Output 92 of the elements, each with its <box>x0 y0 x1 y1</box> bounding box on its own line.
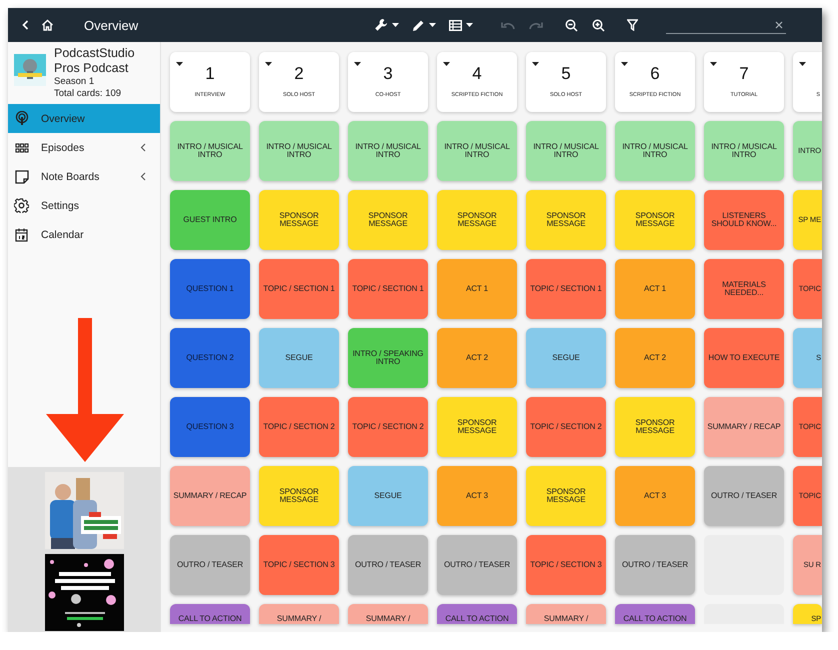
segment-card[interactable]: MATERIALS NEEDED... <box>704 259 784 319</box>
segment-card[interactable]: ACT 1 <box>615 259 695 319</box>
nav-item[interactable]: Settings <box>8 191 160 220</box>
caret-icon[interactable] <box>532 62 539 66</box>
segment-card[interactable]: TOPIC / SECTION 1 <box>259 259 339 319</box>
nav-icon <box>14 142 29 152</box>
segment-card[interactable]: SUMMARY / <box>259 604 339 624</box>
segment-card[interactable]: SUMMARY / <box>526 604 606 624</box>
segment-card[interactable]: CALL TO ACTION <box>615 604 695 624</box>
zoom-in-button[interactable] <box>592 18 605 32</box>
nav-item[interactable]: Episodes <box>8 133 160 162</box>
caret-icon <box>429 23 436 27</box>
segment-card[interactable]: SPONSOR MESSAGE <box>348 190 428 250</box>
caret-icon[interactable] <box>265 62 272 66</box>
column-number: 7 <box>739 64 749 84</box>
segment-card[interactable]: CALL TO ACTION <box>437 604 517 624</box>
nav-icon <box>14 111 29 126</box>
home-button[interactable] <box>41 19 54 31</box>
column-number: 1 <box>205 64 215 84</box>
caret-icon[interactable] <box>799 62 806 66</box>
segment-card[interactable]: OUTRO / TEASER <box>348 535 428 595</box>
close-icon[interactable] <box>775 20 783 28</box>
segment-card[interactable]: SUMMARY / RECAP <box>170 466 250 526</box>
segment-card[interactable]: INTRO / MUSICAL INTRO <box>170 121 250 181</box>
caret-icon[interactable] <box>710 62 717 66</box>
segment-card[interactable]: OUTRO / TEASER <box>615 535 695 595</box>
segment-card[interactable]: ACT 2 <box>437 328 517 388</box>
caret-icon <box>466 23 473 27</box>
column-number: 5 <box>561 64 571 84</box>
podcast-title: PodcastStudio Pros Podcast <box>54 46 136 76</box>
caret-icon[interactable] <box>176 62 183 66</box>
segment-card[interactable]: INTRO / MUSICAL INTRO <box>259 121 339 181</box>
segment-card[interactable]: OUTRO / TEASER <box>704 466 784 526</box>
segment-card[interactable]: INTRO / MUSICAL INTRO <box>704 121 784 181</box>
card-count: Total cards: 109 <box>54 88 122 100</box>
segment-card[interactable]: SEGUE <box>259 328 339 388</box>
segment-card[interactable]: SEGUE <box>526 328 606 388</box>
segment-card[interactable]: TOPIC / SECTION 2 <box>348 397 428 457</box>
segment-card[interactable]: TOPIC / SECTION 2 <box>526 397 606 457</box>
segment-card[interactable]: TOPIC / SECTION 1 <box>526 259 606 319</box>
segment-card[interactable]: SPONSOR MESSAGE <box>615 397 695 457</box>
segment-card[interactable]: ACT 3 <box>615 466 695 526</box>
segment-card[interactable]: SPONSOR MESSAGE <box>526 190 606 250</box>
segment-card[interactable]: SPONSOR MESSAGE <box>437 397 517 457</box>
segment-card[interactable]: ACT 1 <box>437 259 517 319</box>
column-number: 4 <box>472 64 482 84</box>
segment-card[interactable]: LISTENERS SHOULD KNOW... <box>704 190 784 250</box>
segment-card[interactable]: ACT 3 <box>437 466 517 526</box>
nav-item[interactable]: Overview <box>8 104 160 133</box>
segment-card[interactable]: GUEST INTRO <box>170 190 250 250</box>
caret-icon <box>392 23 399 27</box>
segment-card[interactable]: OUTRO / TEASER <box>437 535 517 595</box>
segment-card[interactable]: SPONSOR MESSAGE <box>259 466 339 526</box>
segment-card[interactable]: SPONSOR MESSAGE <box>437 190 517 250</box>
segment-card[interactable]: SUMMARY / <box>348 604 428 624</box>
segment-card[interactable]: SPONSOR MESSAGE <box>526 466 606 526</box>
segment-card[interactable]: TOPIC / SECTION 3 <box>259 535 339 595</box>
wrench-menu-button[interactable] <box>374 18 399 32</box>
segment-card[interactable]: HOW TO EXECUTE <box>704 328 784 388</box>
filter-button[interactable] <box>627 19 638 31</box>
nav-item[interactable]: Calendar <box>8 220 160 249</box>
segment-card[interactable]: SEGUE <box>348 466 428 526</box>
segment-card[interactable]: OUTRO / TEASER <box>170 535 250 595</box>
segment-card[interactable]: SPONSOR MESSAGE <box>615 190 695 250</box>
caret-icon[interactable] <box>354 62 361 66</box>
segment-card[interactable]: INTRO / SPEAKING INTRO <box>348 328 428 388</box>
segment-card[interactable]: INTRO / MUSICAL INTRO <box>615 121 695 181</box>
column-number: 6 <box>650 64 660 84</box>
nav-icon <box>14 228 29 242</box>
segment-card[interactable]: CALL TO ACTION <box>170 604 250 624</box>
segment-card[interactable]: TOPIC / SECTION 3 <box>526 535 606 595</box>
season-label: Season 1 <box>54 76 96 88</box>
segment-card[interactable]: SPONSOR MESSAGE <box>259 190 339 250</box>
segment-card[interactable]: INTRO / MUSICAL INTRO <box>437 121 517 181</box>
segment-card[interactable]: TOPIC / SECTION 1 <box>348 259 428 319</box>
nav-item[interactable]: Note Boards <box>8 162 160 191</box>
segment-card[interactable]: INTRO / MUSICAL INTRO <box>348 121 428 181</box>
segment-card[interactable]: TOPIC / SECTION 2 <box>259 397 339 457</box>
nav-icon <box>14 198 29 213</box>
table-menu-button[interactable] <box>449 20 473 30</box>
column-number: 3 <box>383 64 393 84</box>
segment-card[interactable]: ACT 2 <box>615 328 695 388</box>
caret-icon[interactable] <box>621 62 628 66</box>
column-number: 2 <box>294 64 304 84</box>
nav-icon <box>14 170 29 184</box>
zoom-out-button[interactable] <box>565 18 578 32</box>
pencil-menu-button[interactable] <box>412 18 436 32</box>
caret-icon[interactable] <box>443 62 450 66</box>
segment-card[interactable]: SUMMARY / RECAP <box>704 397 784 457</box>
segment-card[interactable]: INTRO / MUSICAL INTRO <box>526 121 606 181</box>
window-title: Overview <box>84 18 140 32</box>
back-button[interactable] <box>22 20 29 30</box>
